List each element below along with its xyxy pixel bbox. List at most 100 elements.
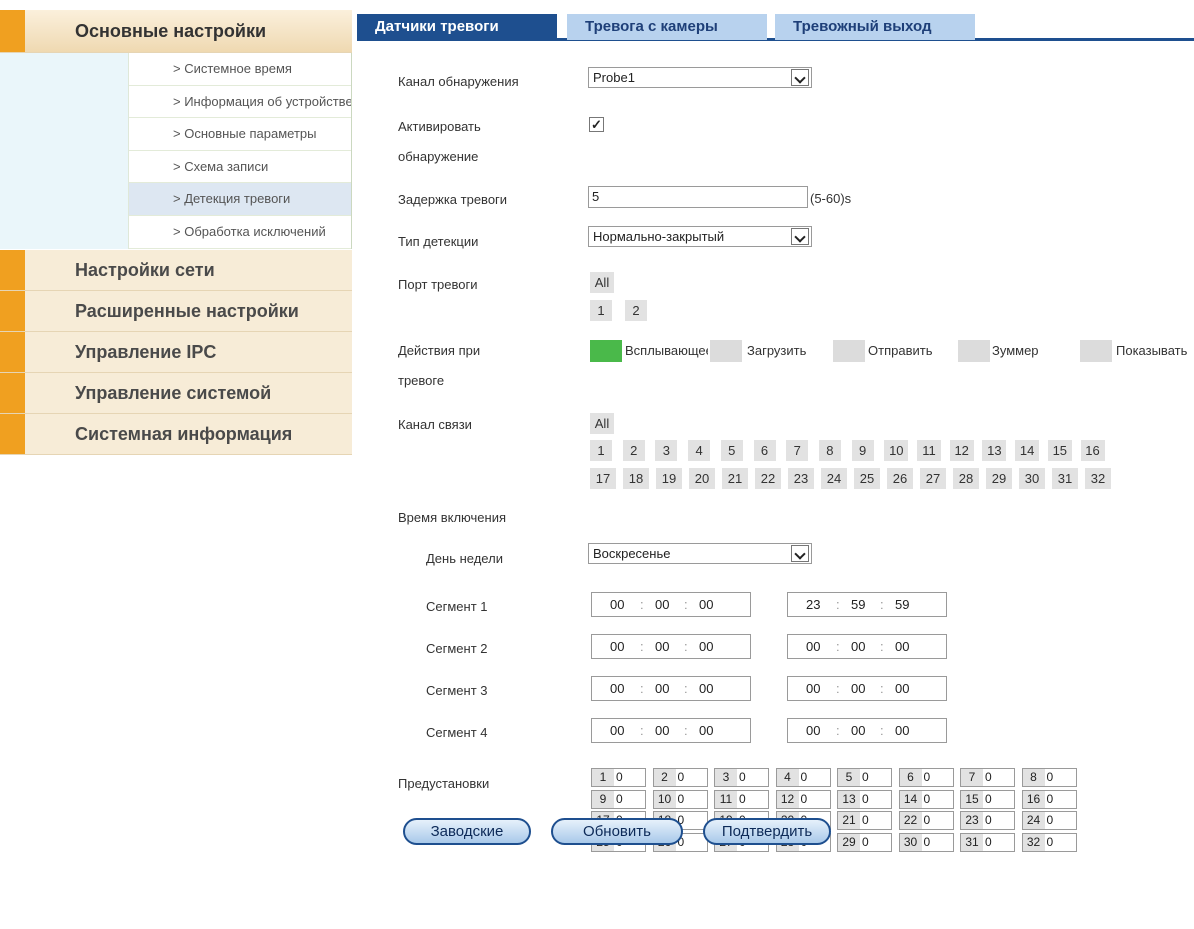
preset-29[interactable]: 29 0 (837, 832, 892, 852)
segment-1-end-time[interactable]: 23 59 59:: (787, 592, 947, 617)
alarm-port-all-button[interactable]: All (590, 272, 614, 293)
action-upload-toggle[interactable] (710, 340, 742, 362)
link-channel-18-button[interactable]: 18 (623, 468, 649, 489)
link-channel-19-button[interactable]: 19 (656, 468, 682, 489)
link-channel-26-button[interactable]: 26 (887, 468, 913, 489)
segment-3-end-time[interactable]: 00 00 00:: (787, 676, 947, 701)
detection-type-value: Нормально-закрытый (593, 229, 725, 244)
preset-7[interactable]: 70 (960, 768, 1015, 787)
preset-1[interactable]: 10 (591, 768, 646, 787)
preset-4[interactable]: 40 (775, 768, 831, 787)
link-channel-2-button[interactable]: 2 (622, 440, 645, 461)
preset-14[interactable]: 14 0 (898, 789, 954, 809)
link-channel-7-button[interactable]: 7 (786, 440, 809, 461)
link-channel-24-button[interactable]: 24 (821, 468, 847, 489)
preset-22[interactable]: 22 0 (898, 811, 954, 830)
segment-1-start-time[interactable]: 00 00 00:: (591, 592, 751, 617)
sidebar-section-network[interactable]: Настройки сети (0, 250, 352, 291)
action-send-toggle[interactable] (833, 340, 865, 362)
preset-16[interactable]: 16 0 (1021, 789, 1077, 809)
detection-type-select[interactable]: Нормально-закрытый (588, 226, 812, 247)
link-channel-23-button[interactable]: 23 (788, 468, 814, 489)
link-channel-14-button[interactable]: 14 (1015, 440, 1040, 461)
preset-number: 15 (961, 790, 983, 808)
preset-2[interactable]: 20 (652, 768, 708, 787)
time-separator: : (880, 681, 884, 696)
segment-4-end-time[interactable]: 00 00 00:: (787, 718, 947, 743)
link-channel-13-button[interactable]: 13 (982, 440, 1007, 461)
segment-2-start-time[interactable]: 00 00 00:: (591, 634, 751, 659)
preset-13[interactable]: 13 0 (837, 789, 892, 809)
sidebar-section-system-info[interactable]: Системная информация (0, 414, 352, 455)
link-channel-1-button[interactable]: 1 (590, 440, 612, 461)
preset-12[interactable]: 12 0 (775, 789, 831, 809)
sidebar-section-basic-settings[interactable]: Основные настройки (0, 10, 352, 53)
weekday-select[interactable]: Воскресенье (588, 543, 812, 564)
alarm-port-1-button[interactable]: 1 (590, 300, 612, 321)
preset-24[interactable]: 24 0 (1021, 811, 1077, 830)
action-show-toggle[interactable] (1080, 340, 1112, 362)
submenu-item-record-schedule[interactable]: > Схема записи (129, 151, 351, 184)
link-channel-4-button[interactable]: 4 (688, 440, 711, 461)
preset-11[interactable]: 11 0 (714, 789, 769, 809)
tab-alarm-output[interactable]: Тревожный выход (775, 14, 975, 40)
link-channel-32-button[interactable]: 32 (1085, 468, 1111, 489)
link-channel-16-button[interactable]: 16 (1080, 440, 1105, 461)
submenu-item-system-time[interactable]: > Системное время (129, 53, 351, 86)
link-channel-25-button[interactable]: 25 (854, 468, 880, 489)
preset-3[interactable]: 30 (714, 768, 769, 787)
preset-15[interactable]: 15 0 (960, 789, 1015, 809)
sidebar-section-advanced[interactable]: Расширенные настройки (0, 291, 352, 332)
preset-10[interactable]: 10 0 (652, 789, 708, 809)
link-channel-20-button[interactable]: 20 (689, 468, 715, 489)
link-channel-all-button[interactable]: All (590, 413, 614, 434)
link-channel-30-button[interactable]: 30 (1019, 468, 1045, 489)
link-channel-11-button[interactable]: 11 (917, 440, 941, 461)
link-channel-3-button[interactable]: 3 (655, 440, 678, 461)
link-channel-17-button[interactable]: 17 (590, 468, 616, 489)
link-channel-15-button[interactable]: 15 (1047, 440, 1072, 461)
preset-9[interactable]: 90 (591, 789, 646, 809)
segment-2-end-time[interactable]: 00 00 00:: (787, 634, 947, 659)
sidebar-section-ipc[interactable]: Управление IPC (0, 332, 352, 373)
link-channel-9-button[interactable]: 9 (851, 440, 874, 461)
activate-checkbox[interactable]: ✓ (589, 117, 604, 132)
link-channel-10-button[interactable]: 10 (884, 440, 909, 461)
submenu-item-device-info[interactable]: > Информация об устройстве (129, 86, 351, 119)
defaults-button[interactable]: Заводские (403, 818, 531, 845)
preset-8[interactable]: 80 (1021, 768, 1077, 787)
link-channel-12-button[interactable]: 12 (949, 440, 974, 461)
confirm-button[interactable]: Подтвердить (703, 818, 831, 845)
link-channel-22-button[interactable]: 22 (755, 468, 781, 489)
preset-5[interactable]: 50 (837, 768, 892, 787)
action-popup-toggle[interactable] (590, 340, 622, 362)
link-channel-27-button[interactable]: 27 (920, 468, 946, 489)
preset-21[interactable]: 21 0 (837, 811, 892, 830)
submenu-item-exception-handling[interactable]: > Обработка исключений (129, 216, 351, 249)
submenu-item-alarm-detection[interactable]: > Детекция тревоги (129, 183, 351, 216)
channel-select[interactable]: Probe1 (588, 67, 812, 88)
tab-alarm-sensors[interactable]: Датчики тревоги (357, 14, 557, 40)
delay-input[interactable]: 5 (588, 186, 808, 208)
preset-6[interactable]: 60 (898, 768, 954, 787)
link-channel-31-button[interactable]: 31 (1052, 468, 1078, 489)
tab-camera-alarm[interactable]: Тревога с камеры (567, 14, 767, 40)
link-channel-6-button[interactable]: 6 (753, 440, 776, 461)
link-channel-29-button[interactable]: 29 (986, 468, 1012, 489)
alarm-port-2-button[interactable]: 2 (625, 300, 647, 321)
link-channel-8-button[interactable]: 8 (818, 440, 841, 461)
preset-32[interactable]: 32 0 (1021, 832, 1077, 852)
preset-23[interactable]: 23 0 (960, 811, 1015, 830)
action-buzzer-toggle[interactable] (958, 340, 990, 362)
sidebar-section-system-management[interactable]: Управление системой (0, 373, 352, 414)
submenu-item-basic-params[interactable]: > Основные параметры (129, 118, 351, 151)
segment-3-start-time[interactable]: 00 00 00:: (591, 676, 751, 701)
preset-number: 7 (961, 769, 983, 786)
refresh-button[interactable]: Обновить (551, 818, 683, 845)
link-channel-21-button[interactable]: 21 (722, 468, 748, 489)
preset-30[interactable]: 30 0 (898, 832, 954, 852)
preset-31[interactable]: 31 0 (960, 832, 1015, 852)
segment-4-start-time[interactable]: 00 00 00:: (591, 718, 751, 743)
link-channel-28-button[interactable]: 28 (953, 468, 979, 489)
link-channel-5-button[interactable]: 5 (720, 440, 743, 461)
